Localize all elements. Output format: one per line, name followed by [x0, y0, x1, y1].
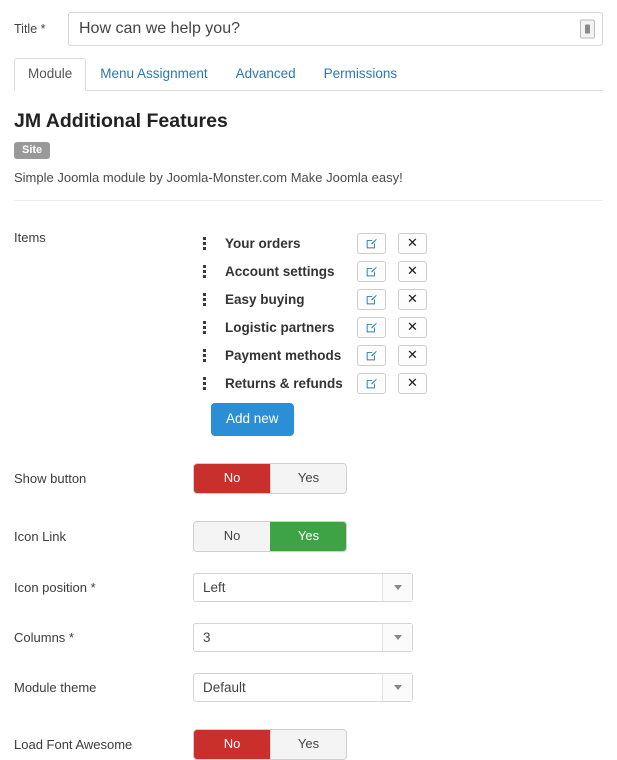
- list-item-label: Your orders: [225, 235, 301, 251]
- icon-position-control: Left: [193, 573, 603, 602]
- title-input[interactable]: [68, 12, 603, 46]
- show-button-toggle: No Yes: [193, 463, 347, 494]
- show-button-option-no[interactable]: No: [194, 464, 270, 493]
- title-input-wrapper: [68, 12, 603, 46]
- chevron-down-icon: [382, 674, 412, 701]
- list-item: Account settings ✕: [193, 257, 603, 285]
- tab-menu-assignment[interactable]: Menu Assignment: [86, 58, 221, 91]
- columns-field-row: Columns * 3: [14, 623, 603, 652]
- module-description: Simple Joomla module by Joomla-Monster.c…: [14, 170, 403, 185]
- load-font-awesome-option-no[interactable]: No: [194, 730, 270, 759]
- edit-item-button[interactable]: [357, 288, 386, 310]
- load-font-awesome-label: Load Font Awesome: [14, 737, 133, 752]
- list-item-label: Payment methods: [225, 347, 342, 363]
- module-theme-select[interactable]: Default: [193, 673, 413, 702]
- edit-item-button[interactable]: [357, 260, 386, 282]
- edit-pencil-icon: [366, 322, 377, 333]
- module-theme-control: Default: [193, 673, 603, 702]
- edit-pencil-icon: [366, 294, 377, 305]
- icon-link-control: No Yes: [193, 521, 603, 552]
- columns-control: 3: [193, 623, 603, 652]
- show-button-option-yes[interactable]: Yes: [270, 464, 346, 493]
- list-item-label: Logistic partners: [225, 319, 335, 335]
- text-input-addon-icon[interactable]: [580, 19, 595, 39]
- edit-item-button[interactable]: [357, 372, 386, 394]
- status-badge: Site: [14, 142, 51, 159]
- drag-handle-icon[interactable]: [193, 236, 211, 250]
- close-x-icon: ✕: [407, 291, 418, 307]
- show-button-field-row: Show button No Yes: [14, 463, 603, 494]
- icon-link-label: Icon Link: [14, 529, 67, 544]
- list-item-label: Returns & refunds: [225, 375, 343, 391]
- chevron-down-icon: [382, 624, 412, 651]
- delete-item-button[interactable]: ✕: [398, 288, 427, 310]
- section-divider: [14, 200, 603, 201]
- icon-link-field-row: Icon Link No Yes: [14, 521, 603, 552]
- load-font-awesome-option-yes[interactable]: Yes: [270, 730, 346, 759]
- drag-handle-icon[interactable]: [193, 376, 211, 390]
- delete-item-button[interactable]: ✕: [398, 372, 427, 394]
- close-x-icon: ✕: [407, 375, 418, 391]
- title-label: Title *: [14, 22, 46, 36]
- tab-module[interactable]: Module: [14, 58, 87, 91]
- delete-item-button[interactable]: ✕: [398, 344, 427, 366]
- edit-pencil-icon: [366, 378, 377, 389]
- module-header: JM Additional Features Site Simple Jooml…: [0, 91, 617, 186]
- icon-position-field-row: Icon position * Left: [14, 573, 603, 602]
- drag-handle-icon[interactable]: [193, 348, 211, 362]
- title-field-row: Title *: [0, 0, 617, 46]
- columns-label: Columns *: [14, 630, 74, 645]
- tab-bar: Module Menu Assignment Advanced Permissi…: [14, 58, 603, 91]
- list-item: Your orders ✕: [193, 229, 603, 257]
- icon-position-label: Icon position *: [14, 580, 96, 595]
- list-item-label: Account settings: [225, 263, 335, 279]
- edit-pencil-icon: [366, 238, 377, 249]
- show-button-control: No Yes: [193, 463, 603, 494]
- list-item: Returns & refunds ✕: [193, 369, 603, 397]
- list-item: Easy buying ✕: [193, 285, 603, 313]
- list-item: Payment methods ✕: [193, 341, 603, 369]
- edit-pencil-icon: [366, 350, 377, 361]
- columns-value: 3: [203, 630, 211, 645]
- icon-position-select[interactable]: Left: [193, 573, 413, 602]
- module-theme-label: Module theme: [14, 680, 97, 695]
- icon-link-toggle: No Yes: [193, 521, 347, 552]
- columns-select[interactable]: 3: [193, 623, 413, 652]
- page-title: JM Additional Features: [14, 110, 228, 132]
- items-field-row: Items Your orders ✕ Account settings ✕ E…: [14, 229, 603, 436]
- list-item-label: Easy buying: [225, 291, 305, 307]
- module-settings-form: Items Your orders ✕ Account settings ✕ E…: [0, 229, 617, 760]
- module-theme-value: Default: [203, 680, 246, 695]
- items-label: Items: [14, 230, 46, 245]
- delete-item-button[interactable]: ✕: [398, 260, 427, 282]
- icon-position-value: Left: [203, 580, 226, 595]
- list-item: Logistic partners ✕: [193, 313, 603, 341]
- icon-link-option-yes[interactable]: Yes: [270, 522, 346, 551]
- icon-link-option-no[interactable]: No: [194, 522, 270, 551]
- chevron-down-icon: [382, 574, 412, 601]
- tab-permissions[interactable]: Permissions: [310, 58, 412, 91]
- drag-handle-icon[interactable]: [193, 292, 211, 306]
- load-font-awesome-toggle: No Yes: [193, 729, 347, 760]
- close-x-icon: ✕: [407, 319, 418, 335]
- load-font-awesome-control: No Yes: [193, 729, 603, 760]
- edit-item-button[interactable]: [357, 316, 386, 338]
- load-font-awesome-field-row: Load Font Awesome No Yes: [14, 729, 603, 760]
- edit-item-button[interactable]: [357, 344, 386, 366]
- close-x-icon: ✕: [407, 263, 418, 279]
- close-x-icon: ✕: [407, 347, 418, 363]
- drag-handle-icon[interactable]: [193, 264, 211, 278]
- edit-pencil-icon: [366, 266, 377, 277]
- edit-item-button[interactable]: [357, 232, 386, 254]
- tab-advanced[interactable]: Advanced: [222, 58, 310, 91]
- add-new-button[interactable]: Add new: [211, 403, 294, 436]
- delete-item-button[interactable]: ✕: [398, 316, 427, 338]
- drag-handle-icon[interactable]: [193, 320, 211, 334]
- show-button-label: Show button: [14, 471, 87, 486]
- module-theme-field-row: Module theme Default: [14, 673, 603, 702]
- close-x-icon: ✕: [407, 235, 418, 251]
- delete-item-button[interactable]: ✕: [398, 232, 427, 254]
- items-list: Your orders ✕ Account settings ✕ Easy bu…: [193, 229, 603, 436]
